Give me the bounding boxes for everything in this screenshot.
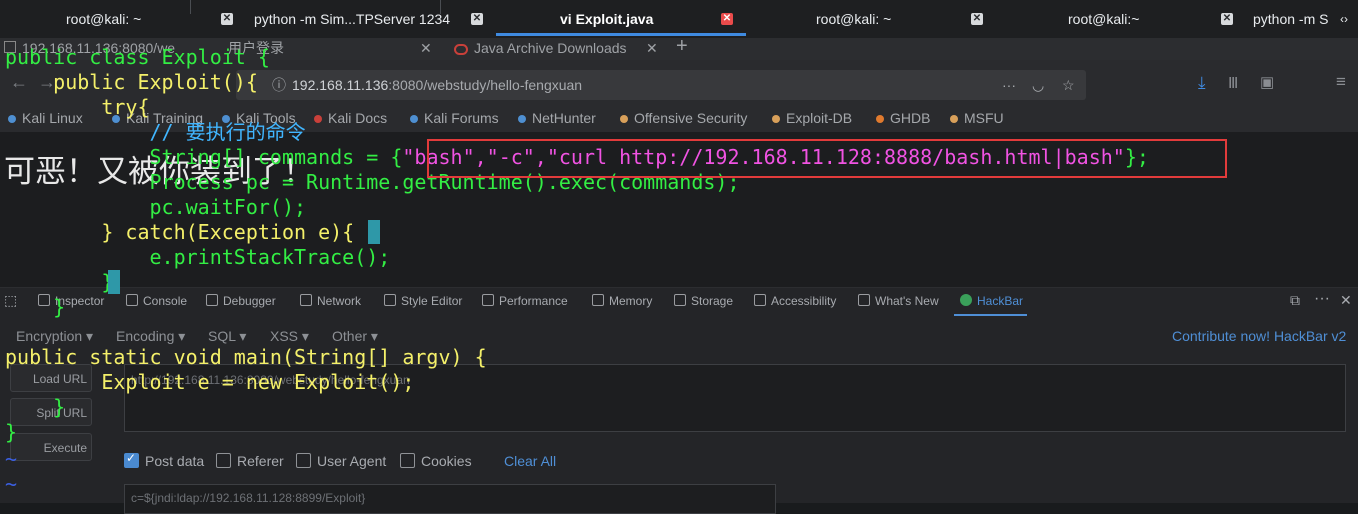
code-line-15: }	[5, 420, 18, 444]
close-icon[interactable]: ✕	[721, 13, 733, 25]
code-line-9: e.printStackTrace();	[5, 245, 391, 269]
code-line-7: pc.waitFor();	[5, 195, 307, 219]
vim-editor: public class Exploit { public Exploit(){…	[0, 44, 1358, 503]
code-line-13: Exploit e = new Exploit();	[5, 370, 415, 394]
code-line-3: try{	[5, 95, 150, 119]
close-icon[interactable]: ✕	[1221, 13, 1233, 25]
scroll-tabs-icon[interactable]: ‹›	[1340, 0, 1348, 38]
terminal-tab-4[interactable]: root@kali: ~ ✕	[746, 0, 996, 38]
terminal-tab-label: root@kali: ~	[816, 11, 892, 27]
tab-divider	[190, 0, 191, 14]
terminal-tab-label: python -m Sim...TPServer 1234	[254, 11, 451, 27]
empty-line-marker: ~	[5, 447, 18, 471]
highlight-box	[427, 139, 1227, 178]
code-line-4-comment: // 要执行的命令	[5, 120, 306, 144]
code-line-12: public static void main(String[] argv) {	[5, 345, 487, 369]
terminal-tab-label: root@kali:~	[1068, 11, 1140, 27]
terminal-tab-6[interactable]: python -m S ‹›	[1246, 0, 1358, 38]
code-line-1: public class Exploit {	[5, 45, 270, 69]
empty-line-marker: ~	[5, 472, 18, 496]
close-icon[interactable]: ✕	[971, 13, 983, 25]
code-line-14: }	[5, 395, 66, 419]
code-line-2: public Exploit(){	[5, 70, 258, 94]
terminal-tab-label: vi Exploit.java	[560, 11, 654, 27]
terminal-tab-label: python -m S	[1253, 11, 1329, 27]
terminal-tab-label: root@kali: ~	[66, 11, 142, 27]
code-line-8: } catch(Exception e){	[5, 220, 355, 244]
matching-brace-highlight	[368, 220, 380, 244]
close-icon[interactable]: ✕	[471, 13, 483, 25]
cursor-block	[108, 270, 120, 294]
tab-divider	[440, 0, 441, 14]
terminal-tab-2[interactable]: python -m Sim...TPServer 1234 ✕	[246, 0, 496, 38]
close-icon[interactable]: ✕	[221, 13, 233, 25]
terminal-tab-bar: root@kali: ~ ✕ python -m Sim...TPServer …	[0, 0, 1358, 38]
code-line-11: }	[5, 295, 66, 319]
terminal-tab-5[interactable]: root@kali:~ ✕	[996, 0, 1246, 38]
code-line-10: }	[5, 270, 114, 294]
terminal-tab-3[interactable]: vi Exploit.java ✕	[496, 0, 746, 38]
terminal-tab-1[interactable]: root@kali: ~ ✕	[0, 0, 246, 38]
